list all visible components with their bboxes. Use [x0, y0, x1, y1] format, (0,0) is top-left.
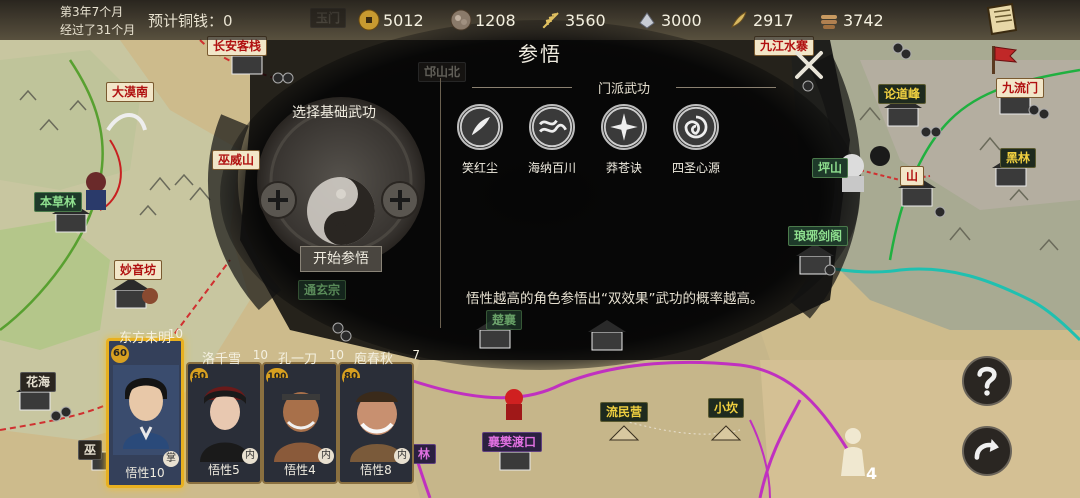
resource-iron: 3000	[636, 8, 702, 32]
character-level: 10	[252, 348, 268, 362]
map-label-huahai[interactable]: 花海	[20, 372, 57, 392]
copper-coin-icon	[358, 9, 380, 31]
skill-mangcangjue[interactable]: 莽苍诀	[590, 104, 658, 176]
iron-icon	[639, 12, 655, 29]
redo-arrow-icon	[974, 439, 999, 460]
skill-sishengxinyuan[interactable]: 四圣心源	[662, 104, 730, 176]
start-enlightenment-button[interactable]: 开始参悟	[300, 246, 382, 272]
map-label-wu[interactable]: 巫	[78, 440, 103, 460]
school-title-line-left	[472, 87, 572, 88]
journal-book-icon[interactable]	[982, 2, 1020, 38]
resource-copper: 5012	[358, 8, 424, 32]
character-level: 10	[328, 348, 344, 362]
character-name: 孔一刀	[278, 352, 318, 367]
school-title-line-right	[676, 87, 776, 88]
resource-wheat: 3560	[540, 8, 606, 32]
skill-name: 笑红尘	[461, 161, 498, 175]
character-level: 10	[167, 327, 183, 341]
skill-name: 海纳百川	[527, 161, 576, 175]
map-label-bencaolin[interactable]: 本草林	[34, 192, 83, 212]
follower-figure-icon[interactable]	[836, 426, 870, 478]
character-card-kongyidao[interactable]: 孔一刀 10 100 内 悟性4	[262, 348, 344, 484]
character-stat: 悟性4	[284, 463, 316, 477]
next-turn-button[interactable]	[962, 426, 1012, 476]
help-button[interactable]	[962, 356, 1012, 406]
map-label-heilin[interactable]: 黑林	[1000, 148, 1037, 168]
character-card-paochunqiu[interactable]: 庖春秋 7 80 内 悟性8	[338, 348, 420, 484]
wheat-icon	[542, 12, 559, 29]
character-name: 洛千雪	[202, 352, 242, 367]
character-stat: 悟性8	[360, 463, 392, 477]
resource-wheat-value: 3560	[565, 10, 606, 30]
map-label-lundaofeng[interactable]: 论道峰	[878, 84, 927, 104]
character-portrait	[113, 365, 179, 455]
school-skills-title: 门派武功	[597, 82, 650, 97]
skill-name: 四圣心源	[671, 161, 720, 175]
map-label-damonan[interactable]: 大漠南	[106, 82, 155, 102]
resource-ore-value: 1208	[475, 10, 516, 30]
feather-hand-skill-icon	[457, 104, 503, 150]
dialog-title: 参悟	[518, 42, 562, 66]
resource-iron-value: 3000	[661, 10, 702, 30]
resource-copper-value: 5012	[383, 10, 424, 30]
character-card-dongfang[interactable]: 东方未明 10 60 掌 悟性10	[106, 327, 184, 488]
expected-money: 预计铜钱：0	[148, 12, 233, 30]
skill-name: 莽苍诀	[605, 161, 642, 175]
burst-skill-icon	[601, 104, 647, 150]
elapsed-months: 经过了31个月	[60, 23, 136, 37]
character-card-luoqianxue[interactable]: 洛千雪 10 60 内 悟性5	[186, 348, 268, 484]
resource-wood: 3742	[818, 8, 884, 32]
character-level: 7	[412, 348, 420, 362]
character-stat: 悟性5	[208, 463, 240, 477]
vortex-skill-icon	[673, 104, 719, 150]
right-slot-add-icon[interactable]	[380, 180, 420, 220]
left-slot-add-icon[interactable]	[258, 180, 298, 220]
map-label-miaoyinfang[interactable]: 妙音坊	[114, 260, 163, 280]
map-label-jiuliumen[interactable]: 九流门	[996, 78, 1045, 98]
base-skill-title: 选择基础武功	[292, 105, 376, 121]
wood-icon	[821, 15, 837, 29]
enlightenment-hint: 悟性越高的角色参悟出“双效果”武功的概率越高。	[466, 291, 764, 307]
character-stat: 悟性10	[125, 466, 165, 480]
map-label-lin[interactable]: 林	[412, 444, 437, 464]
question-mark-icon	[977, 366, 997, 396]
resource-herb: 2917	[728, 8, 794, 32]
resource-ore: 1208	[450, 8, 516, 32]
skill-hainabaichuan[interactable]: 海纳百川	[518, 104, 586, 176]
game-date: 第3年7个月	[60, 5, 124, 19]
map-label-xiaokan[interactable]: 小坎	[708, 398, 745, 418]
map-label-liuminying[interactable]: 流民营	[600, 402, 649, 422]
resource-herb-value: 2917	[753, 10, 794, 30]
follower-count: 4	[866, 464, 878, 483]
resource-wood-value: 3742	[843, 10, 884, 30]
herb-icon	[730, 11, 747, 28]
wave-skill-icon	[529, 104, 575, 150]
skill-xiaohongchen[interactable]: 笑红尘	[446, 104, 514, 176]
map-label-shan[interactable]: 山	[900, 166, 925, 186]
dialog-divider	[440, 78, 441, 328]
red-flag-icon[interactable]	[986, 42, 1020, 76]
character-name: 庖春秋	[354, 352, 394, 367]
close-icon[interactable]	[792, 48, 826, 82]
enlightenment-dialog: 参悟 选择基础武功 开始参悟 门派武功 笑红尘 海纳百川 莽苍诀 四圣心源 悟性…	[232, 30, 842, 360]
ore-icon	[450, 9, 472, 31]
character-name: 东方未明	[119, 331, 172, 346]
map-label-xiangfan[interactable]: 襄樊渡口	[482, 432, 543, 452]
